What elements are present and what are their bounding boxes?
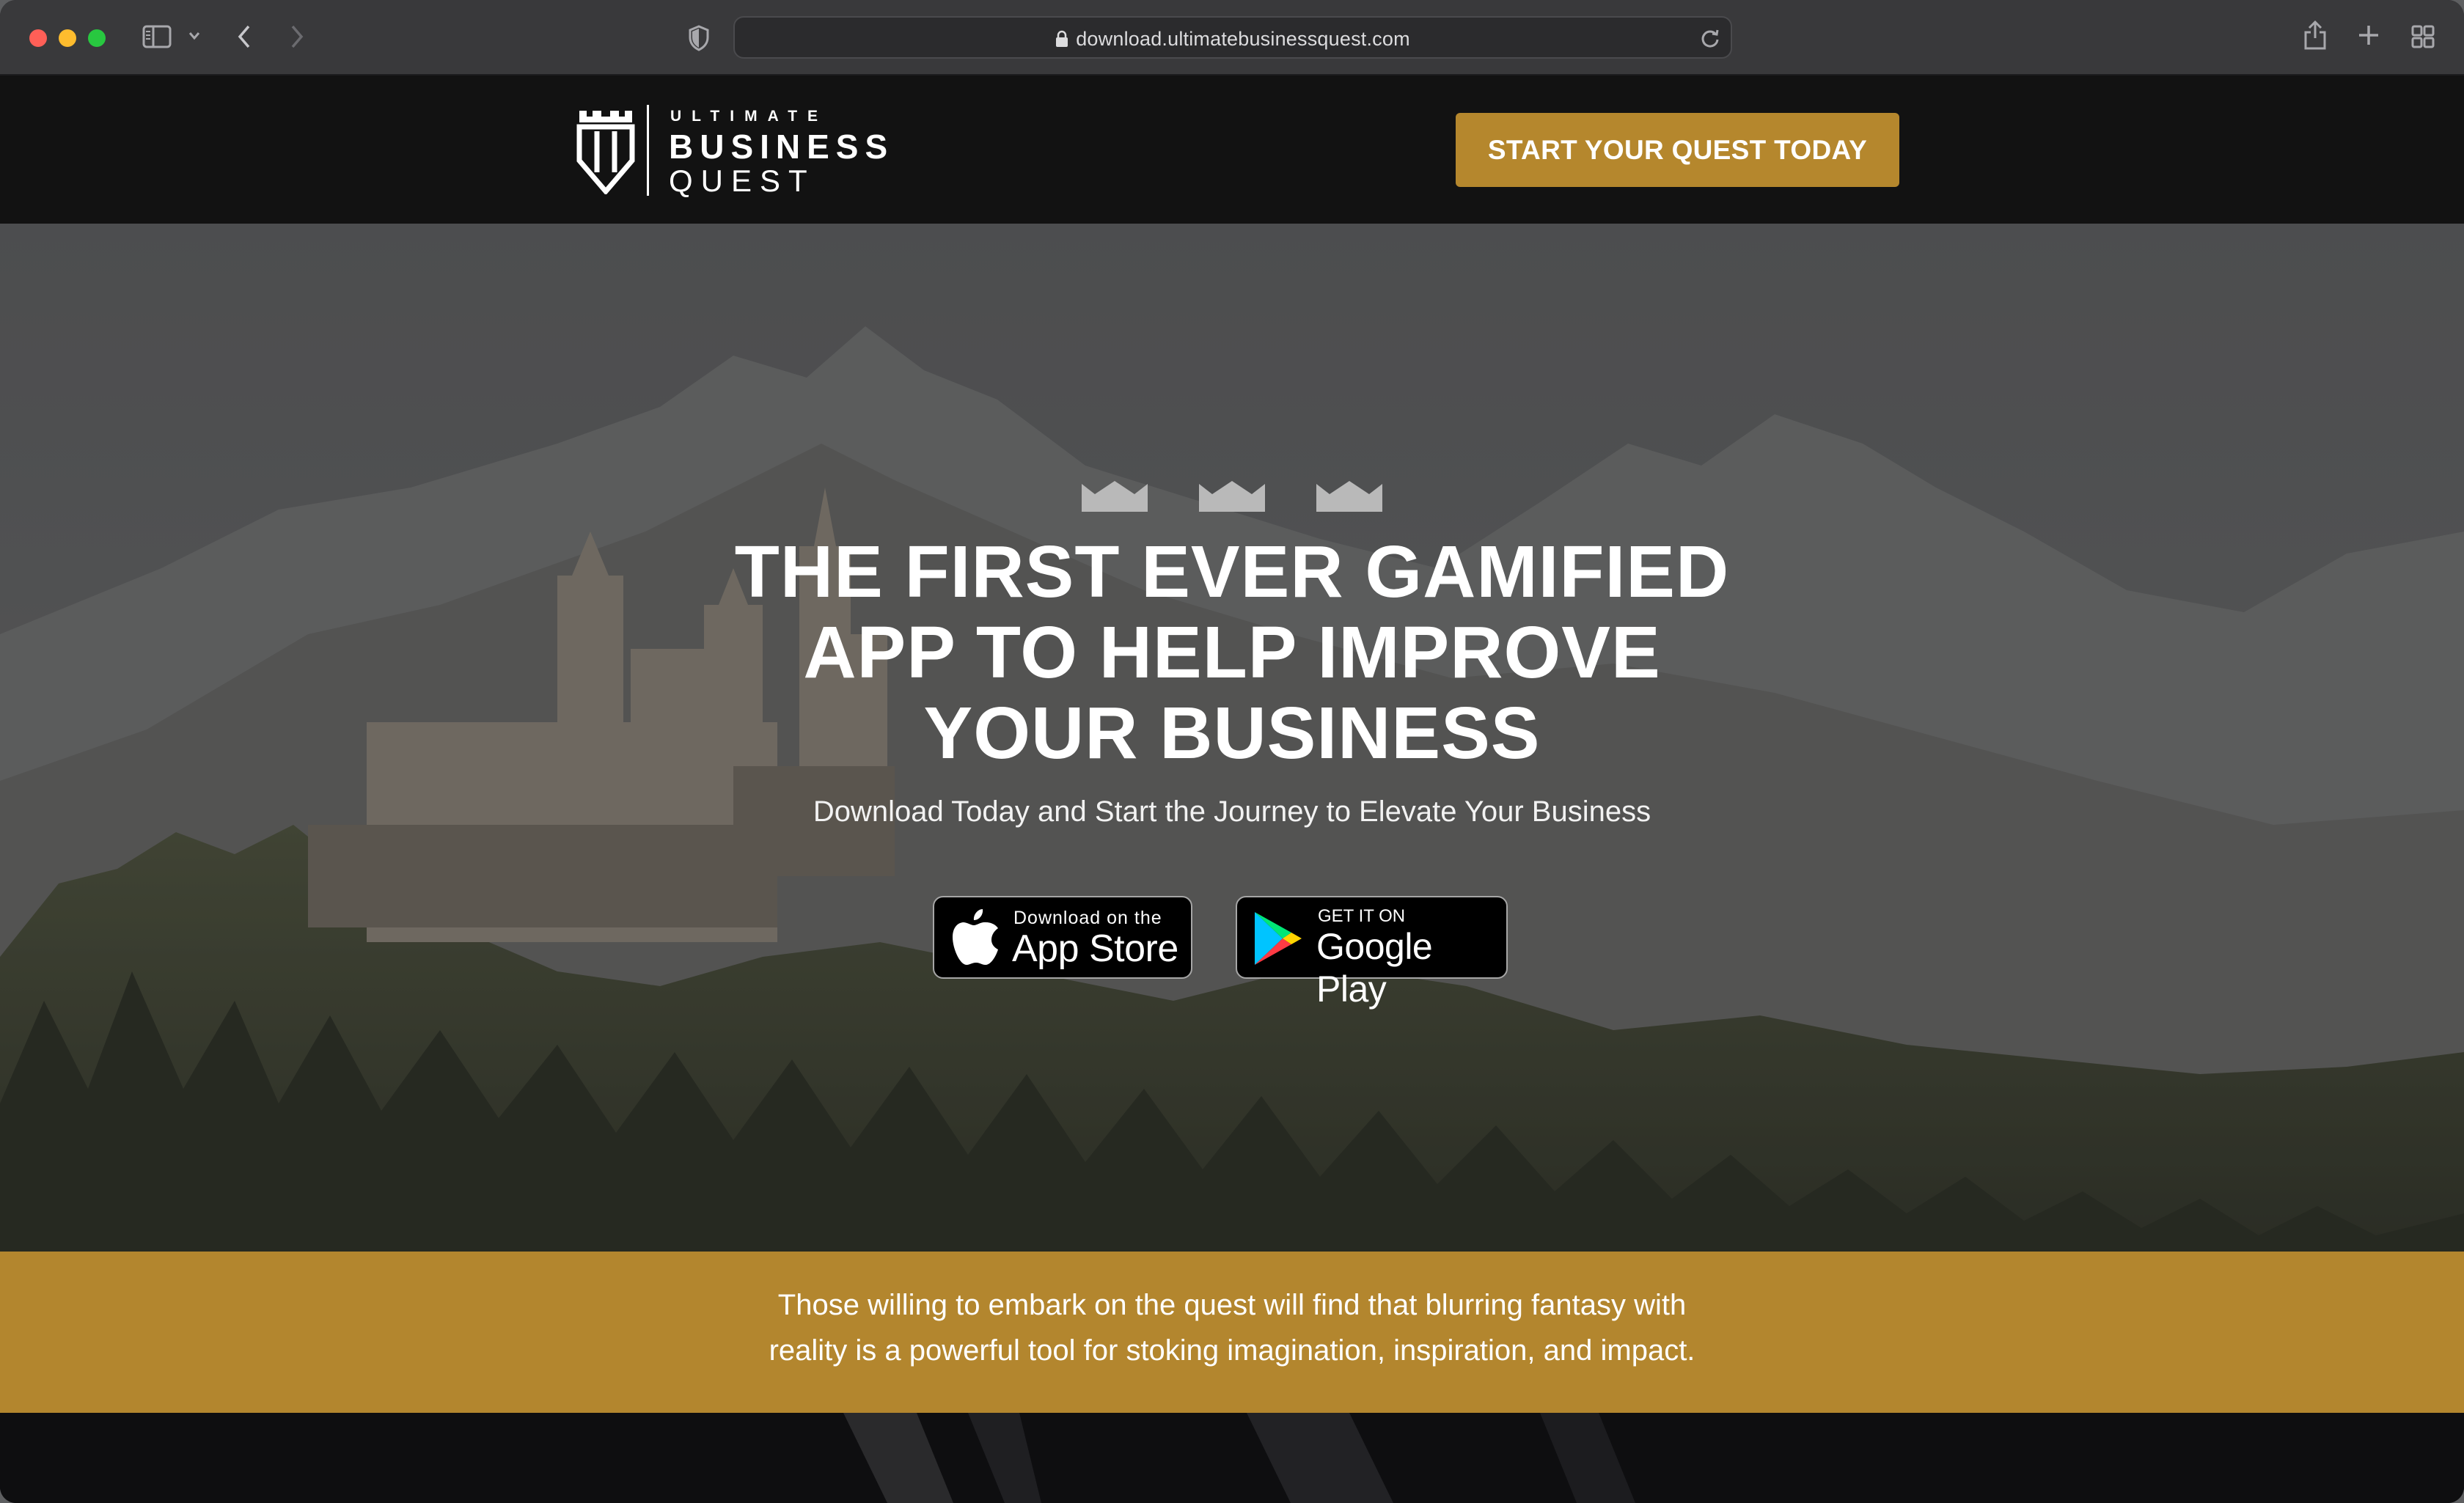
app-store-small-label: Download on the: [1013, 908, 1162, 928]
headline-line-2: APP TO HELP IMPROVE: [803, 611, 1661, 694]
minimize-window-button[interactable]: [59, 29, 76, 47]
castle-shield-icon: [576, 109, 635, 198]
next-section-image: [0, 1413, 2464, 1503]
tab-overview-icon[interactable]: [2411, 25, 2435, 52]
start-quest-button[interactable]: START YOUR QUEST TODAY: [1456, 113, 1899, 187]
close-window-button[interactable]: [29, 29, 47, 47]
apple-icon: [950, 908, 999, 971]
lock-icon: [1055, 30, 1068, 53]
headline-line-1: THE FIRST EVER GAMIFIED: [734, 531, 1730, 613]
browser-toolbar: download.ultimatebusinessquest.com: [0, 0, 2464, 76]
headline-line-3: YOUR BUSINESS: [923, 692, 1541, 774]
url-text: download.ultimatebusinessquest.com: [1076, 28, 1410, 50]
next-section: [0, 1413, 2464, 1503]
logo-line-2: BUSINESS: [669, 128, 895, 166]
logo-line-3: QUEST: [669, 163, 815, 198]
forward-icon[interactable]: [289, 23, 305, 54]
new-tab-icon[interactable]: [2357, 23, 2380, 51]
quote-line-2: reality is a powerful tool for stoking i…: [769, 1334, 1695, 1367]
google-play-icon: [1253, 911, 1305, 970]
quote-text: Those willing to embark on the quest wil…: [645, 1282, 1819, 1373]
reload-icon[interactable]: [1700, 28, 1720, 52]
zoom-window-button[interactable]: [88, 29, 106, 47]
share-icon[interactable]: [2303, 19, 2328, 55]
hero-headline: THE FIRST EVER GAMIFIED APP TO HELP IMPR…: [645, 532, 1819, 773]
crowns-icon: [1082, 481, 1382, 512]
logo-line-1: ULTIMATE: [670, 108, 829, 125]
site-header: ULTIMATE BUSINESS QUEST START YOUR QUEST…: [0, 76, 2464, 224]
back-icon[interactable]: [236, 23, 252, 54]
site-logo[interactable]: ULTIMATE BUSINESS QUEST: [576, 105, 914, 198]
browser-window: download.ultimatebusinessquest.com ULTIM…: [0, 0, 2464, 1503]
hero-subheadline: Download Today and Start the Journey to …: [813, 795, 1651, 828]
quote-line-1: Those willing to embark on the quest wil…: [777, 1289, 1687, 1321]
logo-divider: [647, 105, 649, 196]
hero-section: THE FIRST EVER GAMIFIED APP TO HELP IMPR…: [0, 224, 2464, 1252]
google-play-button[interactable]: GET IT ON Google Play: [1236, 896, 1508, 1010]
chevron-down-icon[interactable]: [188, 31, 201, 45]
quote-band: Those willing to embark on the quest wil…: [0, 1252, 2464, 1413]
sidebar-icon[interactable]: [142, 25, 172, 52]
app-store-label: App Store: [1012, 927, 1178, 970]
address-bar[interactable]: download.ultimatebusinessquest.com: [733, 16, 1732, 59]
app-store-button[interactable]: Download on the App Store: [933, 896, 1192, 979]
google-play-label: Google Play: [1316, 926, 1433, 1010]
shield-icon[interactable]: [688, 25, 710, 55]
google-play-small-label: GET IT ON: [1318, 906, 1406, 926]
